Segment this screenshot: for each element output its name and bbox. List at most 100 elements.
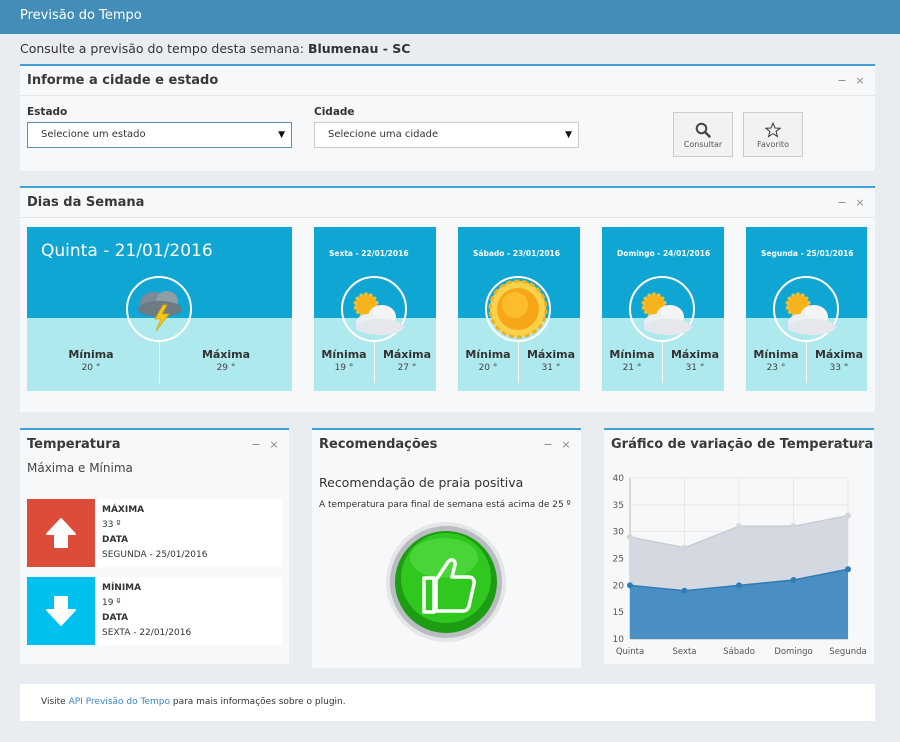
min-value: 23 ° <box>766 363 786 373</box>
day-name: Segunda - 25/01/2016 <box>761 249 854 258</box>
min-value: 21 ° <box>622 363 642 373</box>
max-value: 31 ° <box>541 363 561 373</box>
data-point <box>681 587 688 594</box>
storm-icon <box>138 291 182 332</box>
day-name: Sexta - 22/01/2016 <box>329 249 409 258</box>
max-value: 27 ° <box>397 363 417 373</box>
temperature-box-title: Temperatura <box>27 437 121 452</box>
footer-prefix: Visite <box>41 697 66 707</box>
subtitle-location: Blumenau - SC <box>307 41 411 56</box>
minimize-icon[interactable]: − <box>541 438 555 451</box>
day-card: Quinta - 21/01/2016 Mínima 20 ° Máxima 2… <box>27 227 292 391</box>
chevron-down-icon: ▼ <box>565 130 572 140</box>
recommendation-headline: Recomendação de praia positiva <box>319 475 524 490</box>
close-icon[interactable]: × <box>853 74 867 87</box>
partly-cloudy-icon <box>785 292 836 335</box>
max-temp-item: MÁXIMA 33 º DATA SEGUNDA - 25/01/2016 <box>27 499 282 567</box>
cidade-select[interactable]: Selecione uma cidade ▼ <box>314 122 579 148</box>
close-icon[interactable]: × <box>852 438 866 451</box>
max-temp-arrowbox <box>27 499 95 567</box>
day-name: Sábado - 23/01/2016 <box>473 249 560 258</box>
data-point <box>790 523 797 530</box>
y-tick-label: 15 <box>613 608 624 618</box>
recommendation-text: A temperatura para final de semana está … <box>319 500 571 510</box>
data-point <box>681 544 688 551</box>
close-icon[interactable]: × <box>267 438 281 451</box>
x-tick-label: Sexta <box>672 647 696 657</box>
min-value: 19 ° <box>334 363 354 373</box>
minimize-icon[interactable]: − <box>249 438 263 451</box>
min-label: Mínima <box>609 348 655 361</box>
max-label: MÁXIMA <box>102 505 145 515</box>
minimize-icon[interactable]: − <box>835 74 849 87</box>
max-label: Máxima <box>526 348 576 361</box>
data-point <box>790 576 797 583</box>
recommendations-box: Recomendações − × Recomendação de praia p… <box>312 428 581 668</box>
data-point <box>845 512 851 519</box>
form-box-title: Informe a cidade e estado <box>27 73 219 88</box>
y-tick-label: 30 <box>613 528 625 538</box>
max-label: Máxima <box>814 348 864 361</box>
min-label: Mínima <box>753 348 799 361</box>
arrow-down-icon <box>46 596 76 626</box>
favorito-label: Favorito <box>757 140 789 149</box>
y-tick-label: 35 <box>613 501 624 511</box>
x-tick-label: Quinta <box>616 647 644 657</box>
max-label: Máxima <box>670 348 720 361</box>
min-date-label: DATA <box>102 613 129 623</box>
arrow-up-icon <box>46 518 76 548</box>
data-point <box>736 582 742 589</box>
temperature-chart: 40 35 30 25 20 15 10 Quinta Sexta Sábado Domingo Se… <box>613 474 867 657</box>
min-value: 20 ° <box>478 363 498 373</box>
max-value: 29 ° <box>216 363 236 373</box>
close-icon[interactable]: × <box>853 196 867 209</box>
day-card: Domingo - 24/01/2016 Mínima 21 ° Máxima … <box>602 227 724 391</box>
min-date: SEXTA - 22/01/2016 <box>102 628 192 638</box>
app-title-bar: Previsão do Tempo <box>0 0 900 34</box>
max-label: Máxima <box>382 348 432 361</box>
sun-icon <box>488 279 548 339</box>
max-label: Máxima <box>201 348 251 361</box>
estado-label: Estado <box>27 106 68 118</box>
x-tick-label: Sábado <box>723 647 755 657</box>
min-temp-item: MÍNIMA 19 º DATA SEXTA - 22/01/2016 <box>27 577 282 645</box>
y-tick-label: 10 <box>613 635 625 645</box>
recommendations-box-title: Recomendações <box>319 437 438 452</box>
y-tick-label: 40 <box>613 474 625 484</box>
x-tick-label: Segunda <box>829 647 866 657</box>
app-title: Previsão do Tempo <box>20 8 142 23</box>
min-label: Mínima <box>321 348 367 361</box>
search-icon <box>695 122 711 138</box>
footer: Visite API Previsão do Tempo para mais i… <box>20 684 875 721</box>
partly-cloudy-icon <box>353 292 404 335</box>
favorito-button[interactable]: Favorito <box>743 112 803 157</box>
min-value: 19 º <box>102 598 121 608</box>
days-box-title: Dias da Semana <box>27 195 145 210</box>
estado-select[interactable]: Selecione um estado ▼ <box>27 122 292 148</box>
temperature-subtitle: Máxima e Mínima <box>27 461 133 475</box>
day-card: Sábado - 23/01/2016 Mínima 20 ° Máxima 3… <box>458 227 580 391</box>
minimize-icon[interactable]: − <box>835 196 849 209</box>
consultar-button[interactable]: Consultar <box>673 112 733 157</box>
star-icon <box>765 122 781 138</box>
max-value: 33 ° <box>829 363 849 373</box>
min-value: 20 ° <box>81 363 101 373</box>
day-name: Domingo - 24/01/2016 <box>617 249 711 258</box>
y-tick-label: 20 <box>613 581 625 591</box>
max-value: 33 º <box>102 520 121 530</box>
min-label: Mínima <box>465 348 511 361</box>
api-link[interactable]: API Previsão do Tempo <box>69 697 170 707</box>
y-tick-label: 25 <box>613 555 624 565</box>
max-date: SEGUNDA - 25/01/2016 <box>102 550 208 560</box>
x-tick-label: Domingo <box>774 647 812 657</box>
data-point <box>627 582 633 589</box>
consultar-label: Consultar <box>683 140 723 149</box>
day-card: Sexta - 22/01/2016 Mínima 19 ° Máxima 27… <box>314 227 436 391</box>
cidade-select-value: Selecione uma cidade <box>328 129 439 140</box>
page-subtitle: Consulte a previsão do tempo desta seman… <box>20 41 410 56</box>
data-point <box>627 534 633 541</box>
minimize-icon[interactable]: − <box>834 438 848 451</box>
close-icon[interactable]: × <box>559 438 573 451</box>
footer-suffix: para mais informações sobre o plugin. <box>172 697 346 707</box>
max-date-label: DATA <box>102 535 129 545</box>
